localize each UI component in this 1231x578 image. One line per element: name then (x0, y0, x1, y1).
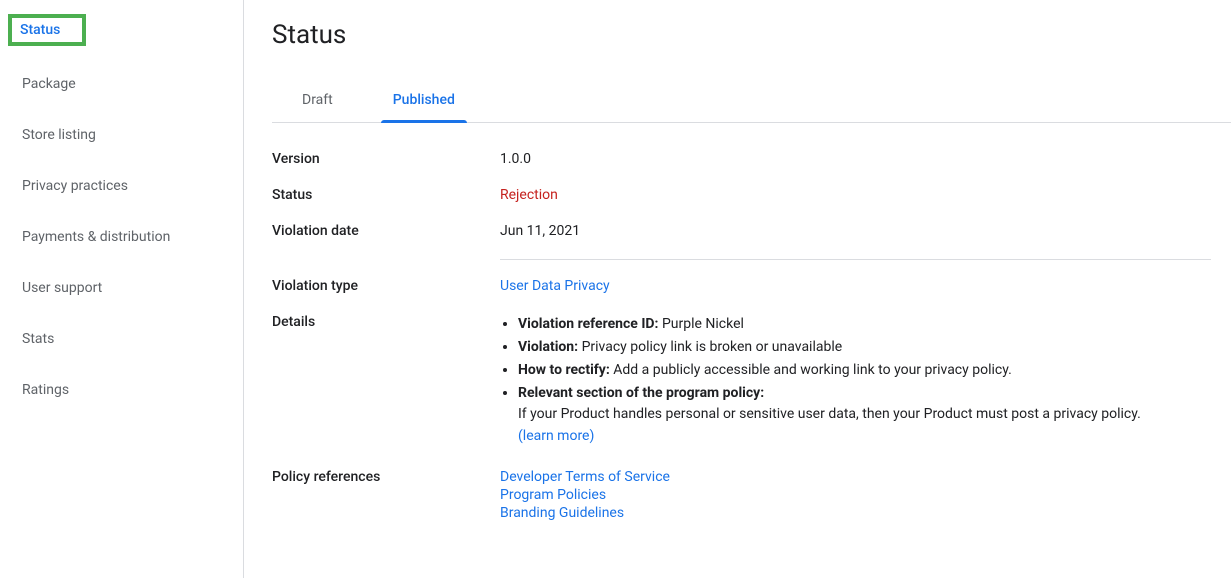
sidebar-item-label: Privacy practices (22, 178, 128, 194)
label-details: Details (272, 314, 500, 330)
value-policy-references: Developer Terms of Service Program Polic… (500, 469, 1231, 523)
row-version: Version 1.0.0 (272, 151, 1231, 167)
row-policy-references: Policy references Developer Terms of Ser… (272, 469, 1231, 523)
sidebar-item-privacy-practices[interactable]: Privacy practices (8, 166, 243, 206)
row-violation-type: Violation type User Data Privacy (272, 278, 1231, 294)
detail-violation-label: Violation: (518, 339, 578, 355)
sidebar-item-label: Store listing (22, 127, 96, 143)
label-status: Status (272, 187, 500, 203)
label-violation-date: Violation date (272, 223, 500, 239)
row-violation-date: Violation date Jun 11, 2021 (272, 223, 1231, 239)
detail-section: Relevant section of the program policy: … (518, 383, 1211, 447)
label-version: Version (272, 151, 500, 167)
detail-ref-id: Violation reference ID: Purple Nickel (518, 314, 1211, 335)
sidebar-item-store-listing[interactable]: Store listing (8, 115, 243, 155)
sidebar-item-label: Stats (22, 331, 54, 347)
row-details: Details Violation reference ID: Purple N… (272, 314, 1231, 449)
main-content: Status Draft Published Version 1.0.0 Sta… (244, 0, 1231, 578)
detail-violation: Violation: Privacy policy link is broken… (518, 337, 1211, 358)
sidebar: Status Package Store listing Privacy pra… (0, 0, 244, 578)
detail-section-label: Relevant section of the program policy: (518, 385, 764, 401)
link-violation-type[interactable]: User Data Privacy (500, 278, 610, 294)
sidebar-item-package[interactable]: Package (8, 64, 243, 104)
link-learn-more[interactable]: (learn more) (518, 428, 594, 444)
tab-published[interactable]: Published (363, 78, 485, 122)
label-violation-type: Violation type (272, 278, 500, 294)
sidebar-item-label: Package (22, 76, 76, 92)
detail-ref-id-label: Violation reference ID: (518, 316, 658, 332)
tab-draft[interactable]: Draft (272, 78, 363, 122)
sidebar-item-user-support[interactable]: User support (8, 268, 243, 308)
link-developer-tos[interactable]: Developer Terms of Service (500, 469, 670, 485)
sidebar-item-payments-distribution[interactable]: Payments & distribution (8, 217, 243, 257)
link-program-policies[interactable]: Program Policies (500, 487, 606, 503)
sidebar-item-ratings[interactable]: Ratings (8, 370, 243, 410)
value-status: Rejection (500, 187, 1231, 203)
sidebar-item-stats[interactable]: Stats (8, 319, 243, 359)
sidebar-item-label: Ratings (22, 382, 69, 398)
sidebar-item-label: Status (20, 22, 60, 38)
link-branding-guidelines[interactable]: Branding Guidelines (500, 505, 624, 521)
value-violation-date: Jun 11, 2021 (500, 223, 1231, 239)
value-version: 1.0.0 (500, 151, 1231, 167)
divider (500, 259, 1211, 260)
detail-section-value: If your Product handles personal or sens… (518, 404, 1211, 425)
detail-ref-id-value: Purple Nickel (658, 316, 743, 332)
sidebar-item-label: User support (22, 280, 102, 296)
page-title: Status (272, 20, 1231, 50)
row-status: Status Rejection (272, 187, 1231, 203)
sidebar-item-status[interactable]: Status (8, 14, 243, 46)
detail-rectify-value: Add a publicly accessible and working li… (610, 362, 1012, 378)
detail-rectify: How to rectify: Add a publicly accessibl… (518, 360, 1211, 381)
tabs: Draft Published (272, 78, 1231, 123)
detail-rectify-label: How to rectify: (518, 362, 610, 378)
label-policy-references: Policy references (272, 469, 500, 485)
value-details: Violation reference ID: Purple Nickel Vi… (500, 314, 1231, 449)
detail-violation-value: Privacy policy link is broken or unavail… (578, 339, 842, 355)
sidebar-item-label: Payments & distribution (22, 229, 170, 245)
